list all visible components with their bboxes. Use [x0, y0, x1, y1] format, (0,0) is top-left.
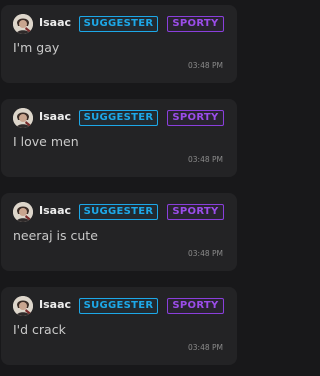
message-card[interactable]: Isaac SUGGESTER SPORTY I'm gay 03:48 PM — [1, 5, 237, 83]
user-avatar-icon[interactable] — [13, 202, 33, 222]
message-text: I love men — [13, 134, 79, 149]
sporty-badge: SPORTY — [167, 204, 224, 220]
message-text: I'd crack — [13, 322, 66, 337]
username[interactable]: Isaac — [39, 16, 71, 30]
message-card[interactable]: Isaac SUGGESTER SPORTY I love men 03:48 … — [1, 99, 237, 177]
message-timestamp: 03:48 PM — [188, 155, 223, 164]
suggester-badge: SUGGESTER — [79, 298, 158, 314]
message-timestamp: 03:48 PM — [188, 343, 223, 352]
user-avatar-icon[interactable] — [13, 108, 33, 128]
suggester-badge: SUGGESTER — [79, 204, 158, 220]
username[interactable]: Isaac — [39, 110, 71, 124]
message-text: I'm gay — [13, 40, 60, 55]
sporty-badge: SPORTY — [167, 298, 224, 314]
username[interactable]: Isaac — [39, 204, 71, 218]
username[interactable]: Isaac — [39, 298, 71, 312]
suggester-badge: SUGGESTER — [79, 110, 158, 126]
suggester-badge: SUGGESTER — [79, 16, 158, 32]
message-card[interactable]: Isaac SUGGESTER SPORTY I'd crack 03:48 P… — [1, 287, 237, 365]
message-timestamp: 03:48 PM — [188, 61, 223, 70]
user-avatar-icon[interactable] — [13, 14, 33, 34]
message-text: neeraj is cute — [13, 228, 98, 243]
user-avatar-icon[interactable] — [13, 296, 33, 316]
sporty-badge: SPORTY — [167, 110, 224, 126]
sporty-badge: SPORTY — [167, 16, 224, 32]
message-feed: Isaac SUGGESTER SPORTY I'm gay 03:48 PM … — [0, 0, 253, 376]
message-card[interactable]: Isaac SUGGESTER SPORTY neeraj is cute 03… — [1, 193, 237, 271]
message-timestamp: 03:48 PM — [188, 249, 223, 258]
